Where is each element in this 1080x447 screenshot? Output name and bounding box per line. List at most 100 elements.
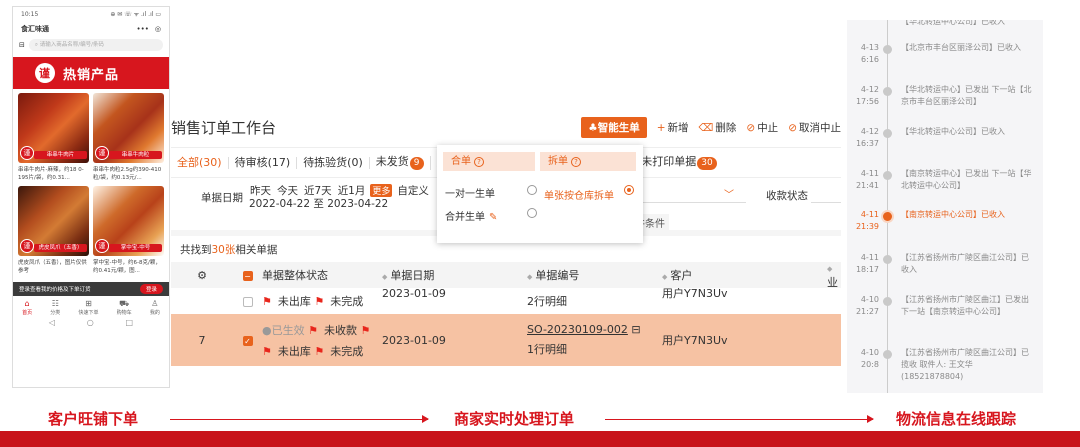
product-desc: 虎皮凤爪（五香），图片仅供参考	[18, 260, 87, 274]
search-input[interactable]: ⌕ 请输入商品名称/编号/条码	[28, 39, 163, 51]
status-time: 10:15	[21, 10, 39, 18]
tab-unshipped[interactable]: 未发货 9	[370, 155, 431, 170]
col-status[interactable]: 单据整体状态	[262, 267, 382, 283]
count-badge: 30	[697, 156, 717, 170]
status-text: 未完成	[330, 295, 364, 308]
smart-order-button[interactable]: ♣智能生单	[581, 117, 647, 138]
event-clock: 20:8	[861, 360, 879, 369]
timeline-dot-active	[883, 212, 892, 221]
smart-order-popup: 合单? 拆单? 一对一生单 合并生单 ✎ 单张按仓库拆单	[437, 145, 643, 243]
nav-home[interactable]: ⌂ 首页	[22, 299, 32, 318]
select-underline	[636, 202, 746, 203]
login-button[interactable]: 登录	[139, 284, 163, 294]
event-time: 4-12 17:56	[849, 84, 879, 108]
event-text: 【江苏省扬州市广陵区曲江公司】已收入	[901, 253, 1029, 274]
scan-icon[interactable]: ⊟	[19, 41, 25, 49]
column-label: 单据整体状态	[262, 269, 328, 282]
product-image-label: 虎皮凤爪（五香）	[34, 244, 87, 252]
home-circle-icon[interactable]: ○	[87, 318, 94, 327]
option-merge-label: 合并生单	[445, 212, 485, 223]
login-cta: 登录查看我的价格及下单订货 登录	[13, 282, 169, 296]
tab-label: 待审核(17)	[234, 155, 291, 169]
ban-icon: ⊘	[746, 122, 756, 134]
event-clock: 18:17	[855, 265, 879, 274]
product-card[interactable]: 谨 串串牛肉粒 串串牛肉粒2.5g约390-410粒/袋，约0.13元/...	[93, 93, 164, 182]
product-card[interactable]: 谨 串串牛肉片 串串牛肉片-麻辣，约18 0-195片/袋，约0.31...	[18, 93, 89, 182]
edit-icon[interactable]: ✎	[489, 212, 497, 223]
settings-gear-icon[interactable]: ⚙	[171, 269, 233, 282]
timeline-dot	[883, 87, 892, 96]
order-number-link[interactable]: SO-20230109-002	[527, 323, 628, 336]
option-one-to-one[interactable]: 一对一生单	[445, 185, 495, 200]
col-date[interactable]: ◆ 单据日期	[382, 267, 527, 283]
event-time: 4-13 6:16	[849, 42, 879, 66]
recents-icon[interactable]: □	[126, 318, 134, 327]
event-date: 4-12	[860, 85, 879, 94]
home-icon: ⌂	[24, 299, 30, 308]
row-checkbox[interactable]	[233, 295, 262, 308]
delete-button[interactable]: ⌫ 删除	[699, 120, 737, 135]
timeline-dot	[883, 129, 892, 138]
row-checkbox[interactable]: ✓	[233, 334, 262, 347]
nav-label: 分类	[50, 310, 61, 316]
add-button[interactable]: + 新增	[657, 120, 689, 135]
status-icons: ⊕ ✉ ☏ ᯤ .ıl .ıl ▭	[110, 11, 161, 18]
tab-label: 全部(30)	[177, 155, 222, 169]
product-card[interactable]: 谨 虎皮凤爪（五香） 虎皮凤爪（五香），图片仅供参考	[18, 186, 89, 275]
ban-icon: ⊘	[788, 122, 797, 134]
select-all-checkbox[interactable]: −	[233, 269, 262, 282]
tab-unprinted[interactable]: 未打印单据 30	[635, 155, 722, 170]
merge-header: 合单?	[443, 152, 535, 171]
cancel-suspend-button[interactable]: ⊘ 取消中止	[788, 120, 841, 135]
payment-status-select[interactable]	[811, 202, 841, 203]
radio-split-by-warehouse[interactable]	[624, 185, 634, 195]
brand-badge: 谨	[95, 146, 109, 160]
col-number[interactable]: ◆ 单据编号	[527, 267, 662, 283]
product-desc: 掌中宝-中号，约6-8克/颗，约0.41元/颗，图...	[93, 260, 161, 274]
table-row-selected[interactable]: 7 ✓ ●已生效 ⚑ 未收款 ⚑ ⚑ 未出库 ⚑ 未完成 2023-01-09 SO-…	[171, 314, 841, 366]
flow-arrow	[170, 415, 429, 423]
system-nav: ◁ ○ □	[13, 318, 169, 327]
col-customer[interactable]: ◆ 客户	[662, 267, 827, 283]
target-icon[interactable]: ◎	[155, 25, 161, 33]
product-desc: 串串牛肉粒2.5g约390-410粒/袋，约0.13元/...	[93, 167, 162, 181]
date-range[interactable]: 2022-04-22 至 2023-04-22	[249, 196, 388, 211]
sort-icon: ◆	[527, 273, 533, 281]
tab-pending-review[interactable]: 待审核(17)	[229, 155, 298, 169]
help-icon[interactable]: ?	[571, 157, 581, 167]
tab-all[interactable]: 全部(30)	[171, 155, 229, 169]
suspend-button[interactable]: ⊘ 中止	[746, 120, 778, 135]
chevron-down-icon[interactable]: ﹀	[724, 186, 734, 201]
event-text: 【华北转运中心】已发出 下一站【北京市丰台区丽泽公司】	[901, 85, 1032, 106]
nav-cart[interactable]: ⛟ 购物车	[117, 299, 132, 318]
event-time: 4-10 21:27	[849, 294, 879, 318]
more-icon[interactable]: •••	[137, 25, 149, 33]
nav-category[interactable]: ☷ 分类	[50, 299, 60, 318]
sort-icon: ◆	[382, 273, 388, 281]
search-icon: ⌕	[34, 42, 38, 48]
row-date: 2023-01-09	[382, 333, 446, 347]
tab-pending-pick[interactable]: 待拣验货(0)	[297, 156, 370, 169]
table-row[interactable]: ⚑ 未出库 ⚑ 未完成 2023-01-09 2行明细 用户Y7N3Uv	[171, 288, 841, 314]
radio-merge[interactable]	[527, 208, 537, 218]
login-cta-text: 登录查看我的价格及下单订货	[19, 287, 91, 293]
event-clock: 21:41	[855, 181, 879, 190]
back-icon[interactable]: ◁	[49, 318, 55, 327]
col-extra[interactable]: ◆业	[827, 261, 841, 290]
sort-icon: ◆	[662, 273, 668, 281]
product-image: 谨 掌中宝-中号	[93, 186, 164, 256]
nav-label: 我的	[149, 310, 160, 316]
option-split-by-warehouse[interactable]: 单张按仓库拆单	[544, 187, 614, 202]
event-clock: 21:39	[855, 222, 879, 231]
flow-arrow	[605, 415, 874, 423]
help-icon[interactable]: ?	[474, 157, 484, 167]
product-card[interactable]: 谨 掌中宝-中号 掌中宝-中号，约6-8克/颗，约0.41元/颗，图...	[93, 186, 164, 275]
option-merge[interactable]: 合并生单 ✎	[445, 208, 497, 223]
split-header-label: 拆单	[548, 156, 568, 167]
copy-icon[interactable]: ⊟	[631, 323, 640, 336]
nav-quick-order[interactable]: ⊞ 快速下单	[78, 299, 98, 318]
custom-date-option[interactable]: 自定义	[396, 182, 430, 199]
nav-mine[interactable]: ♙ 我的	[150, 299, 160, 318]
row-date: 2023-01-09	[382, 288, 446, 300]
radio-one-to-one[interactable]	[527, 185, 537, 195]
